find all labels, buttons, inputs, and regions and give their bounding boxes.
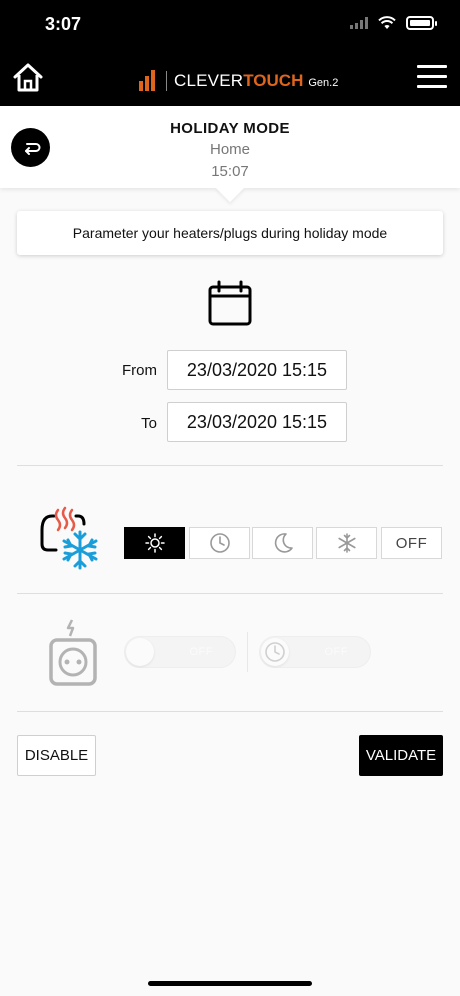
mode-off-label: OFF [395,534,428,552]
from-label: From [122,362,157,379]
from-date-field[interactable]: 23/03/2020 15:15 [167,350,347,390]
toggle-knob [126,638,154,666]
divider [17,465,443,466]
to-label: To [141,415,157,432]
moon-icon [274,533,293,553]
brand-logo: CLEVER TOUCH Gen.2 [138,65,338,91]
clock-icon [265,642,285,662]
heater-frost-icon [40,506,98,570]
clock-icon [209,533,230,553]
info-text: Parameter your heaters/plugs during holi… [72,225,388,241]
cellular-signal-icon [350,17,368,29]
page-title: HOLIDAY MODE [170,120,290,137]
info-banner: Parameter your heaters/plugs during holi… [17,211,443,255]
divider [17,593,443,594]
top-navbar: CLEVER TOUCH Gen.2 [0,50,460,106]
status-time: 3:07 [45,14,82,34]
toggle-timer-label: OFF [324,646,348,658]
brand-bars-icon [139,70,155,91]
mode-eco-button[interactable] [252,527,313,559]
home-indicator[interactable] [148,981,312,986]
status-bar: 3:07 [0,0,460,50]
brand-clever-text: CLEVER [174,71,244,90]
mode-comfort-button[interactable] [124,527,185,559]
wifi-icon [378,16,396,29]
mode-program-button[interactable] [189,527,250,559]
menu-line [417,85,447,88]
brand-separator [166,71,167,91]
status-icons [350,16,437,30]
sun-icon [144,533,165,553]
toggle-knob [261,638,289,666]
mode-off-button[interactable]: OFF [381,527,442,559]
divider [17,711,443,712]
toggle-separator [247,632,248,672]
hamburger-menu-button[interactable] [417,65,447,89]
current-time: 15:07 [211,163,249,180]
plug-power-toggle[interactable]: OFF [124,636,236,668]
menu-line [417,75,447,78]
page-header: HOLIDAY MODE Home 15:07 [0,106,460,188]
mode-frost-button[interactable] [316,527,377,559]
home-button[interactable] [12,62,44,94]
menu-line [417,65,447,68]
battery-icon [406,16,437,30]
to-date-field[interactable]: 23/03/2020 15:15 [167,402,347,442]
location-name: Home [209,141,250,158]
snowflake-icon [337,533,356,553]
calendar-icon [208,280,252,326]
brand-gen-text: Gen.2 [308,77,339,89]
brand-touch-text: TOUCH [243,71,304,90]
home-icon [13,63,43,92]
plug-timer-toggle[interactable]: OFF [259,636,371,668]
toggle-off-label: OFF [189,646,213,658]
validate-button[interactable]: VALIDATE [359,735,443,776]
disable-button[interactable]: DISABLE [17,735,96,776]
plug-socket-icon [49,619,97,686]
